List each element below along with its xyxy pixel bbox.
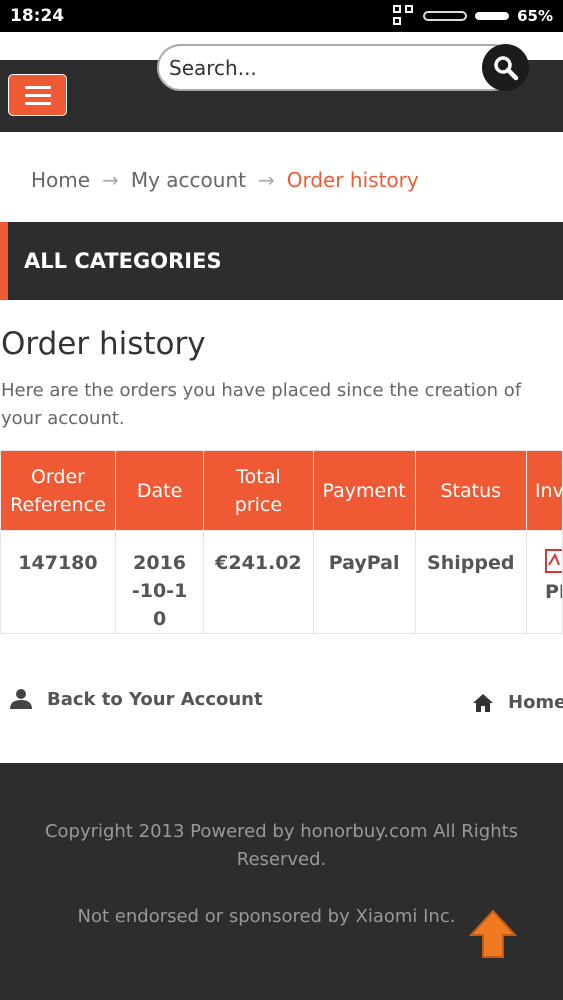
search-input[interactable]: [157, 44, 517, 91]
col-status: Status: [414, 450, 527, 531]
battery-icon: [475, 12, 510, 20]
arrow-up-icon: [468, 909, 518, 958]
col-payment: Payment: [312, 450, 416, 531]
back-to-account-label: Back to Your Account: [47, 688, 263, 710]
home-icon: [473, 693, 493, 712]
order-invoice[interactable]: PDF: [525, 530, 563, 634]
breadcrumb-arrow-icon: →: [102, 168, 119, 192]
col-order-reference: Order Reference: [0, 450, 116, 531]
orders-table: Order Reference Date Total price Payment…: [0, 450, 563, 634]
home-label: Home: [508, 692, 563, 713]
status-icons: 65%: [393, 5, 553, 27]
order-date: 2016-10-10: [114, 530, 205, 634]
search-icon: [493, 55, 518, 80]
table-row[interactable]: 147180 2016-10-10 €241.02 PayPal Shipped…: [0, 530, 563, 634]
breadcrumb-my-account[interactable]: My account: [131, 168, 246, 192]
status-time: 18:24: [10, 6, 65, 26]
order-payment: PayPal: [312, 530, 416, 634]
breadcrumb: Home → My account → Order history: [31, 168, 419, 192]
all-categories-label: ALL CATEGORIES: [24, 249, 222, 273]
search-box: [157, 44, 529, 91]
table-header-row: Order Reference Date Total price Payment…: [0, 450, 563, 531]
order-reference[interactable]: 147180: [0, 530, 116, 634]
home-link[interactable]: Home: [472, 692, 563, 713]
scroll-to-top-button[interactable]: [468, 908, 518, 960]
col-invoice: Invoice: [525, 450, 563, 531]
breadcrumb-arrow-icon: →: [257, 168, 275, 192]
page-description: Here are the orders you have placed sinc…: [1, 380, 522, 429]
all-categories-bar[interactable]: ALL CATEGORIES: [0, 222, 563, 300]
menu-button[interactable]: [8, 74, 67, 116]
pdf-icon: [544, 549, 562, 573]
order-total: €241.02: [203, 530, 314, 634]
breadcrumb-current: Order history: [286, 168, 419, 192]
invoice-label: PDF: [544, 581, 562, 603]
qr-icon: [393, 5, 415, 27]
status-bar: 18:24 65%: [0, 0, 563, 32]
order-status: Shipped: [414, 530, 527, 634]
copyright-text: Copyright 2013 Powered by honorbuy.com A…: [44, 821, 519, 870]
col-total-price: Total price: [203, 450, 314, 531]
footer: [0, 763, 563, 1000]
page-title: Order history: [1, 326, 206, 362]
signal-icon: [423, 11, 468, 21]
user-icon: [10, 689, 32, 709]
search-button[interactable]: [482, 44, 529, 91]
breadcrumb-home[interactable]: Home: [31, 168, 90, 192]
hamburger-icon: [24, 85, 51, 89]
battery-level: 65%: [517, 7, 553, 25]
back-to-account-link[interactable]: Back to Your Account: [9, 688, 263, 710]
col-date: Date: [114, 450, 205, 531]
